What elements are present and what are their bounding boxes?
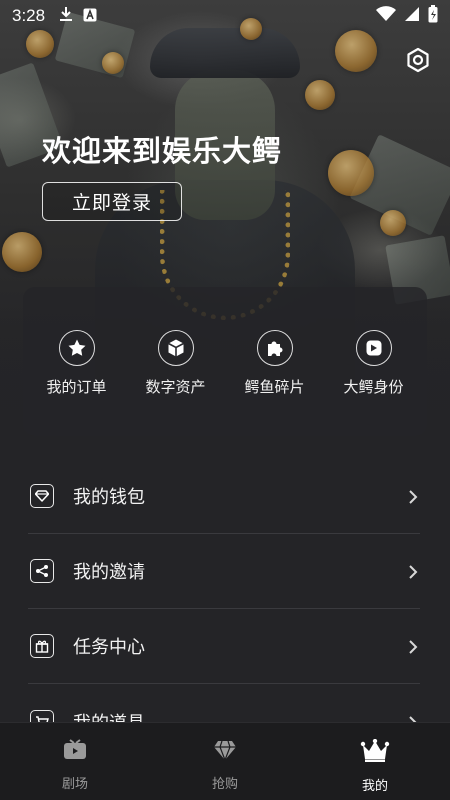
quick-item-label: 我的订单 [46, 378, 107, 396]
chevron-right-icon [406, 489, 420, 504]
quick-item-fragments[interactable]: 鳄鱼碎片 [225, 330, 324, 436]
quick-item-digital-assets[interactable]: 数字资产 [126, 330, 225, 436]
diamond-icon [213, 739, 237, 765]
nav-item-theater[interactable]: 剧场 [0, 723, 150, 800]
download-icon [59, 6, 73, 26]
chevron-right-icon [406, 564, 420, 579]
status-time: 3:28 [12, 6, 46, 25]
menu-item-label: 任务中心 [73, 637, 145, 658]
menu-item-label: 我的邀请 [73, 562, 145, 583]
battery-icon [428, 5, 438, 27]
nav-label: 剧场 [61, 777, 88, 792]
quick-actions-panel: 我的订单 数字资产 鳄鱼碎片 大鳄身份 [23, 287, 427, 436]
chevron-right-icon [406, 639, 420, 654]
star-icon [58, 330, 95, 366]
quick-item-identity[interactable]: 大鳄身份 [324, 330, 423, 436]
nav-item-mine[interactable]: 我的 [300, 723, 450, 800]
wifi-icon [376, 6, 396, 26]
menu-item-invite[interactable]: 我的邀请 [28, 534, 420, 609]
quick-item-label: 数字资产 [145, 378, 206, 396]
bottom-nav: 剧场 抢购 我的 [0, 722, 450, 800]
tv-icon [63, 739, 87, 765]
quick-item-label: 鳄鱼碎片 [244, 378, 305, 396]
signal-icon [404, 6, 420, 26]
quick-item-label: 大鳄身份 [343, 378, 404, 396]
badge-icon [355, 330, 392, 366]
menu-item-label: 我的钱包 [73, 487, 145, 508]
share-icon [30, 559, 54, 583]
menu-item-tasks[interactable]: 任务中心 [28, 609, 420, 684]
nav-item-flash-sale[interactable]: 抢购 [150, 723, 300, 800]
gift-icon [30, 634, 54, 658]
menu-list: 我的钱包 我的邀请 任务中心 我的道具 [28, 459, 420, 759]
nav-label: 我的 [361, 779, 388, 794]
settings-icon [404, 47, 432, 78]
translate-icon [83, 7, 97, 26]
welcome-title: 欢迎来到娱乐大鳄 [42, 134, 283, 168]
settings-button[interactable] [404, 46, 432, 74]
quick-item-orders[interactable]: 我的订单 [27, 330, 126, 436]
status-bar: 3:28 [0, 0, 450, 32]
login-button[interactable]: 立即登录 [42, 182, 182, 221]
cube-icon [157, 330, 194, 366]
menu-item-wallet[interactable]: 我的钱包 [28, 459, 420, 534]
nav-label: 抢购 [211, 777, 238, 792]
puzzle-icon [256, 330, 293, 366]
crown-icon [360, 738, 390, 767]
diamond-icon [30, 484, 54, 508]
